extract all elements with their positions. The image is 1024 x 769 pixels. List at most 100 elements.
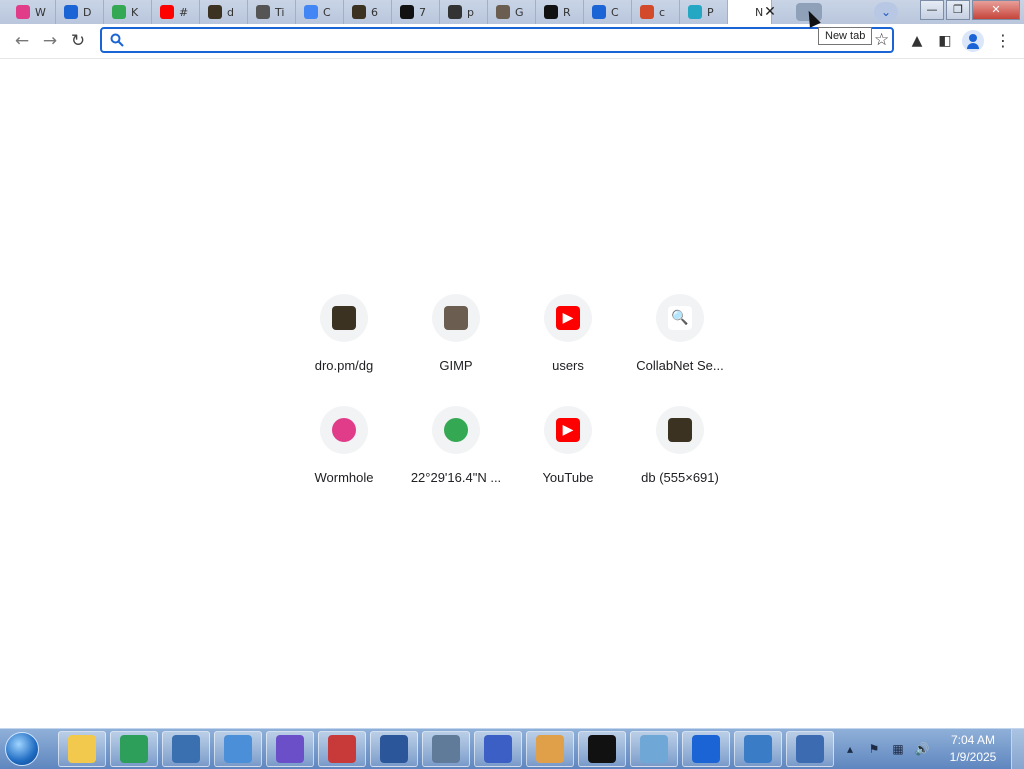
shortcut-icon-circle <box>656 406 704 454</box>
tab[interactable]: C <box>584 0 632 24</box>
tab[interactable]: C <box>296 0 344 24</box>
taskbar-app-button[interactable] <box>578 731 626 767</box>
dro-image-icon <box>352 5 366 19</box>
tab[interactable]: 7 <box>392 0 440 24</box>
taskbar-app-button[interactable] <box>734 731 782 767</box>
taskbar-app-button[interactable] <box>58 731 106 767</box>
forward-button[interactable]: → <box>38 29 62 53</box>
taskbar-app-button[interactable] <box>526 731 574 767</box>
show-hidden-icons-icon[interactable]: ▴ <box>842 741 858 757</box>
tab[interactable]: W <box>8 0 56 24</box>
shortcut-tile[interactable]: 22°29'16.4"N ... <box>400 404 512 516</box>
network-icon[interactable]: ▦ <box>890 741 906 757</box>
shortcut-tile[interactable]: ▶ users <box>512 292 624 404</box>
tab[interactable]: d <box>200 0 248 24</box>
shortcut-tile[interactable]: ▶ YouTube <box>512 404 624 516</box>
shortcut-tile[interactable]: GIMP <box>400 292 512 404</box>
taskbar-app-button[interactable] <box>318 731 366 767</box>
tab[interactable]: 6 <box>344 0 392 24</box>
shortcut-tile[interactable]: 🔍 CollabNet Se... <box>624 292 736 404</box>
action-center-icon[interactable]: ⚑ <box>866 741 882 757</box>
notepad-icon <box>640 735 668 763</box>
restore-button[interactable]: ❐ <box>946 0 970 20</box>
taskbar-app-button[interactable] <box>162 731 210 767</box>
shortcut-tile[interactable]: dro.pm/dg <box>288 292 400 404</box>
shortcut-label: YouTube <box>542 470 594 485</box>
taskbar-app-button[interactable] <box>214 731 262 767</box>
tab-title: P <box>707 5 714 19</box>
side-panel-icon[interactable]: ◧ <box>936 32 954 50</box>
back-button[interactable]: ← <box>10 29 34 53</box>
tab[interactable]: P <box>680 0 728 24</box>
shortcut-label: GIMP <box>439 358 473 373</box>
menu-kebab-icon[interactable]: ⋮ <box>994 32 1012 50</box>
youtube-icon: ▶ <box>556 418 580 442</box>
clock-time: 7:04 AM <box>950 733 996 747</box>
shortcut-icon-circle <box>320 294 368 342</box>
infinity-icon <box>484 735 512 763</box>
taskbar-app-button[interactable] <box>786 731 834 767</box>
tab-title: K <box>131 5 139 19</box>
tab[interactable]: Ti <box>248 0 296 24</box>
close-window-button[interactable]: ✕ <box>972 0 1020 20</box>
taskbar-app-button[interactable] <box>630 731 678 767</box>
virtualbox-icon <box>796 735 824 763</box>
tab-title: 7 <box>419 5 426 19</box>
tab[interactable]: R <box>536 0 584 24</box>
search-icon: 🔍 <box>668 306 692 330</box>
shortcut-label: users <box>552 358 584 373</box>
gimp-icon <box>496 5 510 19</box>
maps-pin-icon <box>112 5 126 19</box>
tab-title: R <box>563 5 571 19</box>
tab-title: G <box>515 5 524 19</box>
tab-title: D <box>83 5 92 19</box>
chrome-icon <box>304 5 318 19</box>
spider-debugger-icon <box>328 735 356 763</box>
volume-icon[interactable]: 🔊 <box>914 741 930 757</box>
word-icon <box>380 735 408 763</box>
shortcut-icon-circle <box>432 406 480 454</box>
chevron-down-icon: ⌄ <box>880 5 892 19</box>
windows-orb-icon <box>5 732 39 766</box>
tab[interactable]: # <box>152 0 200 24</box>
shortcut-tile[interactable]: Wormhole <box>288 404 400 516</box>
control-panel-icon <box>744 735 772 763</box>
reload-button[interactable]: ↻ <box>66 29 90 53</box>
show-desktop-button[interactable] <box>1011 729 1024 769</box>
shortcut-label: 22°29'16.4"N ... <box>410 470 502 485</box>
taskbar-app-button[interactable] <box>422 731 470 767</box>
pypi-icon <box>688 5 702 19</box>
shortcut-icon-circle: ▶ <box>544 406 592 454</box>
omnibox[interactable] <box>100 27 894 53</box>
taskbar-app-button[interactable] <box>266 731 314 767</box>
close-tab-icon[interactable]: ✕ <box>762 4 778 20</box>
labs-flask-icon[interactable]: ▲ <box>908 32 926 50</box>
profile-avatar[interactable] <box>962 30 984 52</box>
github-icon <box>544 5 558 19</box>
taskbar-app-button[interactable] <box>370 731 418 767</box>
tab-title: 6 <box>371 5 378 19</box>
exit-arrow-icon <box>692 735 720 763</box>
taskbar-app-button[interactable] <box>474 731 522 767</box>
tab[interactable]: G <box>488 0 536 24</box>
tab-search-button[interactable]: ⌄ <box>874 2 898 22</box>
taskbar-app-button[interactable] <box>110 731 158 767</box>
taskbar: ▴ ⚑ ▦ 🔊 7:04 AM 1/9/2025 <box>0 728 1024 769</box>
tab[interactable]: D <box>56 0 104 24</box>
taskbar-apps <box>58 731 838 767</box>
bookmark-star-icon[interactable]: ☆ <box>874 30 889 50</box>
taskbar-app-button[interactable] <box>682 731 730 767</box>
shortcut-tile[interactable]: db (555×691) <box>624 404 736 516</box>
tab[interactable]: K <box>104 0 152 24</box>
shortcut-icon-circle <box>432 294 480 342</box>
clock[interactable]: 7:04 AM 1/9/2025 <box>944 732 1002 766</box>
minimize-button[interactable]: — <box>920 0 944 20</box>
tab-title: C <box>323 5 331 19</box>
start-button[interactable] <box>0 730 44 768</box>
clock-date: 1/9/2025 <box>949 750 997 764</box>
tab[interactable]: c <box>632 0 680 24</box>
tab[interactable]: p <box>440 0 488 24</box>
youtube-icon: ▶ <box>556 306 580 330</box>
shortcut-label: dro.pm/dg <box>314 358 374 373</box>
address-input[interactable] <box>132 31 866 51</box>
